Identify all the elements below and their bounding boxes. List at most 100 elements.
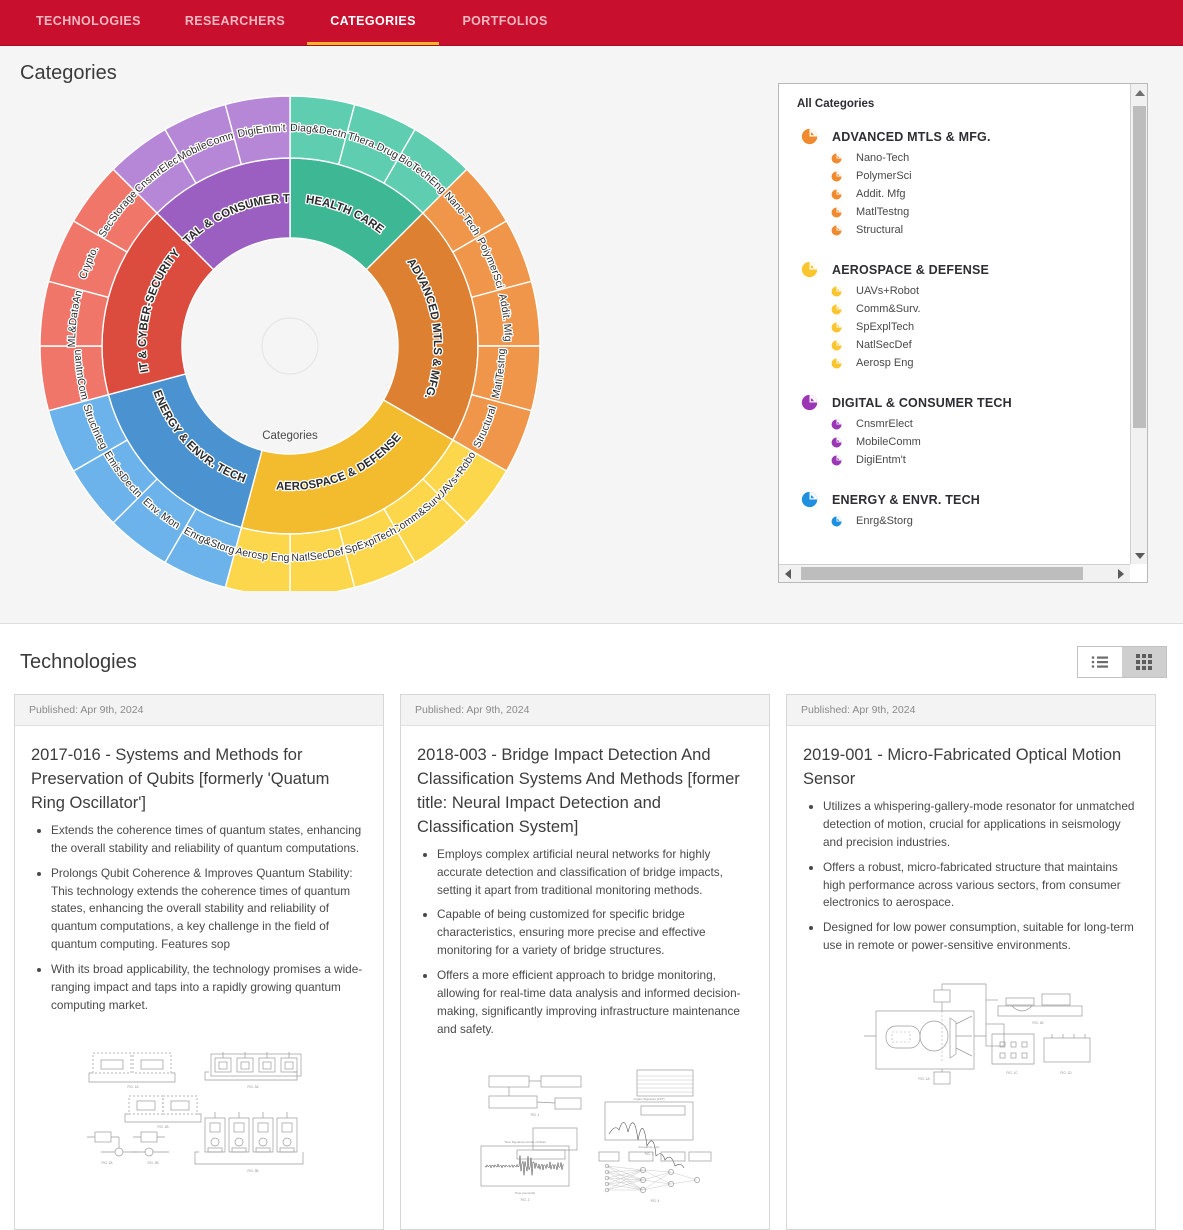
legend-child-label: NatlSecDef bbox=[856, 339, 912, 351]
nav-tab-researchers[interactable]: RESEARCHERS bbox=[163, 0, 307, 45]
legend-child-2-1[interactable]: MobileComm bbox=[797, 433, 1131, 451]
legend-parent-1[interactable]: AEROSPACE & DEFENSE bbox=[797, 257, 1131, 282]
legend-child-1-3[interactable]: NatlSecDef bbox=[797, 336, 1131, 354]
view-toggle-group bbox=[1077, 646, 1167, 678]
technology-card[interactable]: Published: Apr 9th, 20242017-016 - Syste… bbox=[14, 694, 384, 1230]
legend-child-1-1[interactable]: Comm&Surv. bbox=[797, 300, 1131, 318]
legend-group-list: ADVANCED MTLS & MFG. Nano-Tech PolymerSci A… bbox=[797, 124, 1131, 544]
patent-figure-circuit-blocks: FIG. 1AFIG. 1BFIG. 2AFIG. 2BFIG. 3AFIG. … bbox=[49, 1036, 349, 1196]
legend-parent-2[interactable]: DIGITAL & CONSUMER TECH bbox=[797, 390, 1131, 415]
technology-card-grid: Published: Apr 9th, 20242017-016 - Syste… bbox=[0, 678, 1183, 1230]
chevron-right-icon bbox=[1118, 569, 1124, 579]
card-bullet-item: Utilizes a whispering-gallery-mode reson… bbox=[823, 798, 1139, 852]
legend-child-label: PolymerSci bbox=[856, 170, 912, 182]
scroll-up-arrow[interactable] bbox=[1131, 84, 1148, 101]
legend-child-0-0[interactable]: Nano-Tech bbox=[797, 149, 1131, 167]
legend-child-2-2[interactable]: DigiEntm't bbox=[797, 451, 1131, 469]
legend-parent-0[interactable]: ADVANCED MTLS & MFG. bbox=[797, 124, 1131, 149]
legend-child-1-0[interactable]: UAVs+Robot bbox=[797, 282, 1131, 300]
card-bullet-item: Designed for low power consumption, suit… bbox=[823, 919, 1139, 955]
categories-section: Categories Diag&DectnThera.DrugBioTechEn… bbox=[0, 46, 1183, 624]
nav-tab-categories[interactable]: CATEGORIES bbox=[307, 0, 439, 45]
card-bullet-item: Extends the coherence times of quantum s… bbox=[51, 822, 367, 858]
nav-tab-technologies[interactable]: TECHNOLOGIES bbox=[14, 0, 163, 45]
legend-child-3-0[interactable]: Enrg&Storg bbox=[797, 512, 1131, 530]
patent-figure-signal-neuralnet: FIG. 1Impact Signature (FFT)Frequency (H… bbox=[455, 1060, 715, 1215]
nav-tab-portfolios[interactable]: PORTFOLIOS bbox=[439, 0, 571, 45]
primary-navigation: TECHNOLOGIES RESEARCHERS CATEGORIES PORT… bbox=[0, 0, 1183, 46]
legend-child-label: Comm&Surv. bbox=[856, 303, 921, 315]
legend-child-0-4[interactable]: Structural bbox=[797, 221, 1131, 239]
svg-text:FIG. 1A: FIG. 1A bbox=[128, 1085, 140, 1089]
sunburst-center-circle[interactable] bbox=[262, 318, 318, 374]
card-figure: FIG. 1AFIG. 1BFIG. 2AFIG. 2BFIG. 3AFIG. … bbox=[15, 1030, 383, 1210]
category-pie-icon bbox=[831, 322, 842, 333]
category-pie-icon bbox=[831, 286, 842, 297]
svg-text:FIG. 1B: FIG. 1B bbox=[158, 1125, 169, 1129]
legend-group: DIGITAL & CONSUMER TECH CnsmrElectMobileC… bbox=[797, 390, 1131, 483]
card-body: 2017-016 - Systems and Methods for Prese… bbox=[15, 726, 383, 1030]
scroll-left-arrow[interactable] bbox=[779, 565, 797, 582]
category-pie-icon bbox=[801, 491, 818, 508]
technology-card[interactable]: Published: Apr 9th, 20242019-001 - Micro… bbox=[786, 694, 1156, 1230]
legend-child-1-4[interactable]: Aerosp Eng bbox=[797, 354, 1131, 372]
vertical-scroll-thumb[interactable] bbox=[1133, 106, 1146, 428]
horizontal-scroll-thumb[interactable] bbox=[801, 567, 1083, 580]
svg-text:Time Signature Center of Mass: Time Signature Center of Mass bbox=[504, 1140, 546, 1144]
legend-child-label: DigiEntm't bbox=[856, 454, 906, 466]
card-title-link[interactable]: 2019-001 - Micro-Fabricated Optical Moti… bbox=[803, 744, 1139, 792]
legend-child-0-3[interactable]: MatlTestng bbox=[797, 203, 1131, 221]
category-pie-icon bbox=[801, 128, 818, 145]
legend-child-label: SpExplTech bbox=[856, 321, 914, 333]
card-bullet-item: Capable of being customized for specific… bbox=[437, 906, 753, 960]
technology-card[interactable]: Published: Apr 9th, 20242018-003 - Bridg… bbox=[400, 694, 770, 1230]
patent-figure-optical-resonator: FIG. 1AFIG. 1BFIG. 1CFIG. 1D bbox=[846, 976, 1096, 1086]
chevron-down-icon bbox=[1135, 553, 1145, 559]
category-pie-icon bbox=[831, 419, 842, 430]
legend-parent-label: ADVANCED MTLS & MFG. bbox=[832, 130, 991, 144]
svg-text:FIG. 1C: FIG. 1C bbox=[1006, 1071, 1018, 1075]
legend-child-1-2[interactable]: SpExplTech bbox=[797, 318, 1131, 336]
legend-header: All Categories bbox=[797, 98, 1131, 110]
legend-group-spacer bbox=[797, 372, 1131, 386]
sunburst-chart[interactable]: Diag&DectnThera.DrugBioTechEngHEALTH CAR… bbox=[18, 91, 778, 591]
legend-parent-label: DIGITAL & CONSUMER TECH bbox=[832, 396, 1012, 410]
category-pie-icon bbox=[831, 153, 842, 164]
svg-text:FIG. 2B: FIG. 2B bbox=[148, 1161, 159, 1165]
category-pie-icon bbox=[831, 455, 842, 466]
chevron-up-icon bbox=[1135, 90, 1145, 96]
all-categories-panel: All Categories ADVANCED MTLS & MFG. Nano-… bbox=[778, 83, 1148, 583]
legend-child-0-2[interactable]: Addit. Mfg bbox=[797, 185, 1131, 203]
legend-child-0-1[interactable]: PolymerSci bbox=[797, 167, 1131, 185]
legend-horizontal-scrollbar[interactable] bbox=[779, 564, 1130, 582]
legend-group-spacer bbox=[797, 239, 1131, 253]
scroll-down-arrow[interactable] bbox=[1131, 547, 1148, 564]
scroll-right-arrow[interactable] bbox=[1112, 565, 1130, 582]
card-bullet-list: Utilizes a whispering-gallery-mode reson… bbox=[803, 798, 1139, 955]
card-bullet-item: Offers a robust, micro-fabricated struct… bbox=[823, 859, 1139, 913]
legend-vertical-scrollbar[interactable] bbox=[1130, 84, 1147, 564]
svg-text:FIG. 2: FIG. 2 bbox=[521, 1198, 530, 1202]
grid-view-button[interactable] bbox=[1122, 647, 1166, 677]
sunburst-svg[interactable]: Diag&DectnThera.DrugBioTechEngHEALTH CAR… bbox=[18, 91, 778, 591]
legend-child-label: Addit. Mfg bbox=[856, 188, 906, 200]
legend-child-label: Enrg&Storg bbox=[856, 515, 913, 527]
category-pie-icon bbox=[831, 207, 842, 218]
card-title-link[interactable]: 2018-003 - Bridge Impact Detection And C… bbox=[417, 744, 753, 840]
category-pie-icon bbox=[801, 394, 818, 411]
category-pie-icon bbox=[831, 171, 842, 182]
card-bullet-list: Employs complex artificial neural networ… bbox=[417, 846, 753, 1039]
category-pie-icon bbox=[831, 225, 842, 236]
legend-parent-3[interactable]: ENERGY & ENVR. TECH bbox=[797, 487, 1131, 512]
svg-text:FIG. 3: FIG. 3 bbox=[645, 1152, 654, 1156]
category-pie-icon bbox=[831, 304, 842, 315]
legend-scroll-area[interactable]: All Categories ADVANCED MTLS & MFG. Nano-… bbox=[779, 84, 1131, 563]
svg-text:FIG. 2A: FIG. 2A bbox=[102, 1161, 114, 1165]
card-title-link[interactable]: 2017-016 - Systems and Methods for Prese… bbox=[31, 744, 367, 816]
chevron-left-icon bbox=[785, 569, 791, 579]
card-bullet-list: Extends the coherence times of quantum s… bbox=[31, 822, 367, 1015]
category-pie-icon bbox=[801, 261, 818, 278]
legend-child-2-0[interactable]: CnsmrElect bbox=[797, 415, 1131, 433]
list-view-button[interactable] bbox=[1078, 647, 1122, 677]
svg-text:FIG. 1B: FIG. 1B bbox=[1033, 1021, 1044, 1025]
